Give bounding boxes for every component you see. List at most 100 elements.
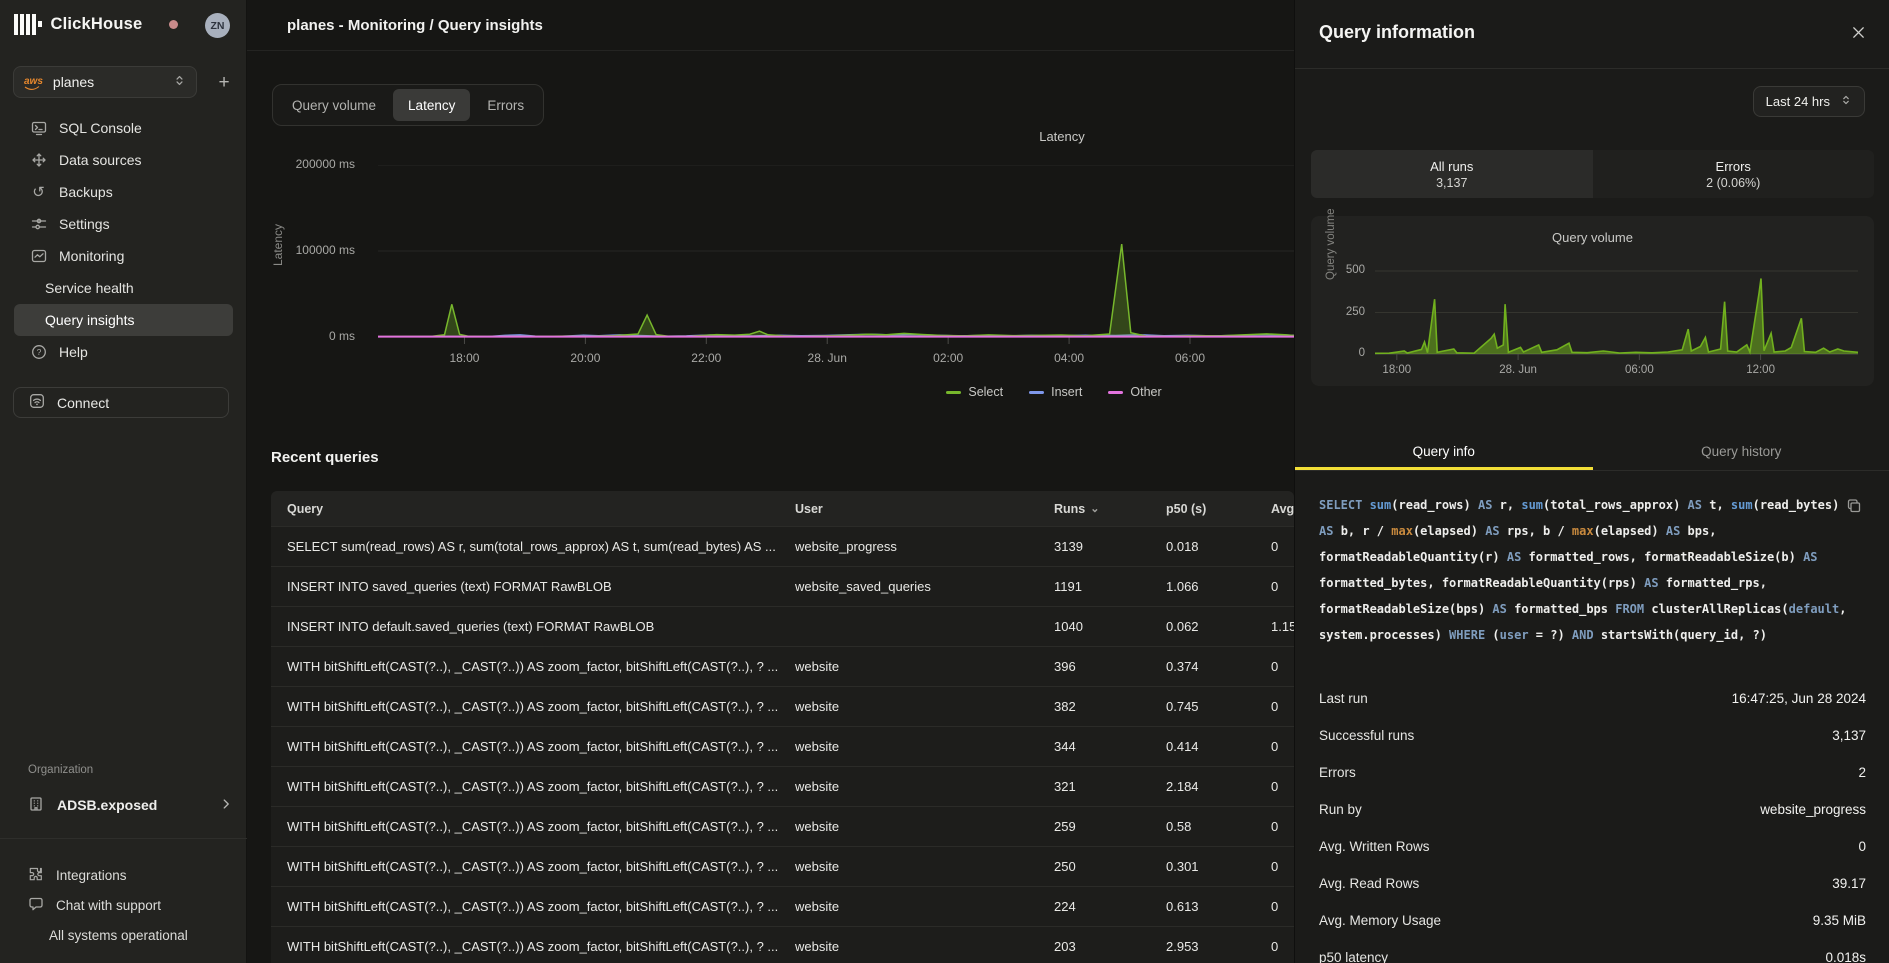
- table-cell: 0.613: [1166, 899, 1271, 914]
- sql-token: AS: [1644, 576, 1666, 590]
- sidebar-item-backups[interactable]: ↺ Backups: [0, 176, 247, 208]
- sql-token: sum: [1731, 498, 1753, 512]
- stat-value: 39.17: [1832, 876, 1866, 891]
- table-row[interactable]: INSERT INTO default.saved_queries (text)…: [271, 607, 1294, 647]
- chart-tabs: Query volumeLatencyErrors: [272, 84, 544, 126]
- stat-value: 2: [1858, 765, 1866, 780]
- legend-item-insert[interactable]: Insert: [1029, 385, 1082, 399]
- sort-caret-icon: ⌄: [1090, 502, 1099, 515]
- table-cell: WITH bitShiftLeft(CAST(?..), _CAST(?..))…: [287, 739, 795, 754]
- sidebar-item-query-insights[interactable]: Query insights: [14, 304, 233, 336]
- sql-token: (read_rows): [1391, 498, 1478, 512]
- sidebar-item-label: Backups: [59, 184, 113, 200]
- sql-token: max: [1572, 524, 1594, 538]
- sql-token: default: [1789, 602, 1840, 616]
- tab-query-volume[interactable]: Query volume: [277, 89, 391, 121]
- summary-tab-label: Errors: [1716, 159, 1751, 174]
- legend-item-other[interactable]: Other: [1108, 385, 1161, 399]
- avatar[interactable]: ZN: [205, 13, 230, 38]
- table-row[interactable]: WITH bitShiftLeft(CAST(?..), _CAST(?..))…: [271, 687, 1294, 727]
- sidebar-item-data-sources[interactable]: Data sources: [0, 144, 247, 176]
- summary-tab-value: 3,137: [1436, 176, 1467, 190]
- table-cell: 0: [1271, 939, 1294, 954]
- summary-tab-errors[interactable]: Errors2 (0.06%): [1593, 150, 1875, 198]
- footer-item-all-systems-operational[interactable]: All systems operational: [0, 920, 247, 950]
- summary-tab-all-runs[interactable]: All runs3,137: [1311, 150, 1593, 198]
- sql-token: (total_rows_approx): [1543, 498, 1688, 512]
- tab-query-info[interactable]: Query info: [1295, 436, 1593, 470]
- sql-token: AS: [1666, 524, 1688, 538]
- table-cell: WITH bitShiftLeft(CAST(?..), _CAST(?..))…: [287, 859, 795, 874]
- table-cell: website: [795, 659, 1054, 674]
- sql-token: formatReadableQuantity(r): [1319, 550, 1507, 564]
- sql-token: formatted_bps: [1514, 602, 1615, 616]
- sql-token: formatted_rows, formatReadableSize(b): [1529, 550, 1804, 564]
- table-cell: 0: [1271, 899, 1294, 914]
- table-row[interactable]: INSERT INTO saved_queries (text) FORMAT …: [271, 567, 1294, 607]
- table-row[interactable]: SELECT sum(read_rows) AS r, sum(total_ro…: [271, 527, 1294, 567]
- latency-chart[interactable]: [378, 165, 1294, 345]
- footer-item-integrations[interactable]: Integrations: [0, 860, 247, 890]
- column-header-user[interactable]: User: [795, 502, 1054, 516]
- sql-token: sum: [1521, 498, 1543, 512]
- backups-icon: ↺: [30, 184, 47, 201]
- connect-button[interactable]: Connect: [13, 387, 229, 418]
- sidebar-item-help[interactable]: ?Help: [0, 336, 247, 368]
- stat-label: Avg. Memory Usage: [1319, 913, 1441, 928]
- tab-errors[interactable]: Errors: [472, 89, 539, 121]
- table-row[interactable]: WITH bitShiftLeft(CAST(?..), _CAST(?..))…: [271, 807, 1294, 847]
- tab-latency[interactable]: Latency: [393, 89, 470, 121]
- legend-item-select[interactable]: Select: [946, 385, 1003, 399]
- table-row[interactable]: WITH bitShiftLeft(CAST(?..), _CAST(?..))…: [271, 647, 1294, 687]
- sql-token: WHERE: [1449, 628, 1492, 642]
- add-service-button[interactable]: +: [211, 70, 237, 96]
- y-tick-label: 250: [1311, 306, 1365, 318]
- sidebar-item-monitoring[interactable]: Monitoring: [0, 240, 247, 272]
- sql-token: formatted_rps,: [1666, 576, 1767, 590]
- footer-item-chat-with-support[interactable]: Chat with support: [0, 890, 247, 920]
- table-row[interactable]: WITH bitShiftLeft(CAST(?..), _CAST(?..))…: [271, 887, 1294, 927]
- clickhouse-logo[interactable]: ClickHouse: [14, 13, 142, 35]
- help-icon: ?: [30, 344, 47, 361]
- y-tick-label: 500: [1311, 264, 1365, 276]
- footer-item-label: Integrations: [56, 868, 127, 883]
- table-cell: 396: [1054, 659, 1166, 674]
- service-selector[interactable]: aws planes: [13, 66, 197, 98]
- y-tick-label: 0: [1311, 347, 1365, 359]
- column-header-avg[interactable]: Avg.: [1271, 502, 1294, 516]
- copy-icon[interactable]: [1845, 498, 1863, 516]
- sidebar-item-label: Query insights: [45, 312, 134, 328]
- tab-query-history[interactable]: Query history: [1593, 436, 1889, 470]
- table-cell: SELECT sum(read_rows) AS r, sum(total_ro…: [287, 539, 795, 554]
- table-cell: 0.745: [1166, 699, 1271, 714]
- table-row[interactable]: WITH bitShiftLeft(CAST(?..), _CAST(?..))…: [271, 847, 1294, 887]
- table-cell: WITH bitShiftLeft(CAST(?..), _CAST(?..))…: [287, 819, 795, 834]
- column-header-query[interactable]: Query: [287, 502, 795, 516]
- chevron-updown-icon: [173, 74, 186, 90]
- stat-value: 3,137: [1832, 728, 1866, 743]
- table-cell: 0: [1271, 659, 1294, 674]
- column-header-runs[interactable]: Runs⌄: [1054, 502, 1166, 516]
- sql-token: AS: [1478, 498, 1500, 512]
- close-icon[interactable]: [1848, 24, 1868, 44]
- sidebar-item-label: Service health: [45, 280, 134, 296]
- building-icon: [28, 796, 44, 815]
- sql-token: system.processes): [1319, 628, 1449, 642]
- table-cell: 0.58: [1166, 819, 1271, 834]
- time-range-selector[interactable]: Last 24 hrs: [1753, 86, 1865, 117]
- column-header-p50s[interactable]: p50 (s): [1166, 502, 1271, 516]
- stat-row-errors: Errors2: [1319, 754, 1866, 791]
- sidebar-item-settings[interactable]: Settings: [0, 208, 247, 240]
- sidebar-item-service-health[interactable]: Service health: [0, 272, 247, 304]
- table-row[interactable]: WITH bitShiftLeft(CAST(?..), _CAST(?..))…: [271, 767, 1294, 807]
- table-row[interactable]: WITH bitShiftLeft(CAST(?..), _CAST(?..))…: [271, 927, 1294, 963]
- table-cell: website: [795, 859, 1054, 874]
- stat-label: p50 latency: [1319, 950, 1388, 963]
- stat-label: Run by: [1319, 802, 1362, 817]
- organization-selector[interactable]: ADSB.exposed: [14, 789, 233, 821]
- sidebar-item-sql-console[interactable]: SQL Console: [0, 112, 247, 144]
- volume-chart[interactable]: [1375, 266, 1858, 362]
- table-row[interactable]: WITH bitShiftLeft(CAST(?..), _CAST(?..))…: [271, 727, 1294, 767]
- main-header: planes - Monitoring / Query insights: [247, 0, 1294, 51]
- table-cell: 250: [1054, 859, 1166, 874]
